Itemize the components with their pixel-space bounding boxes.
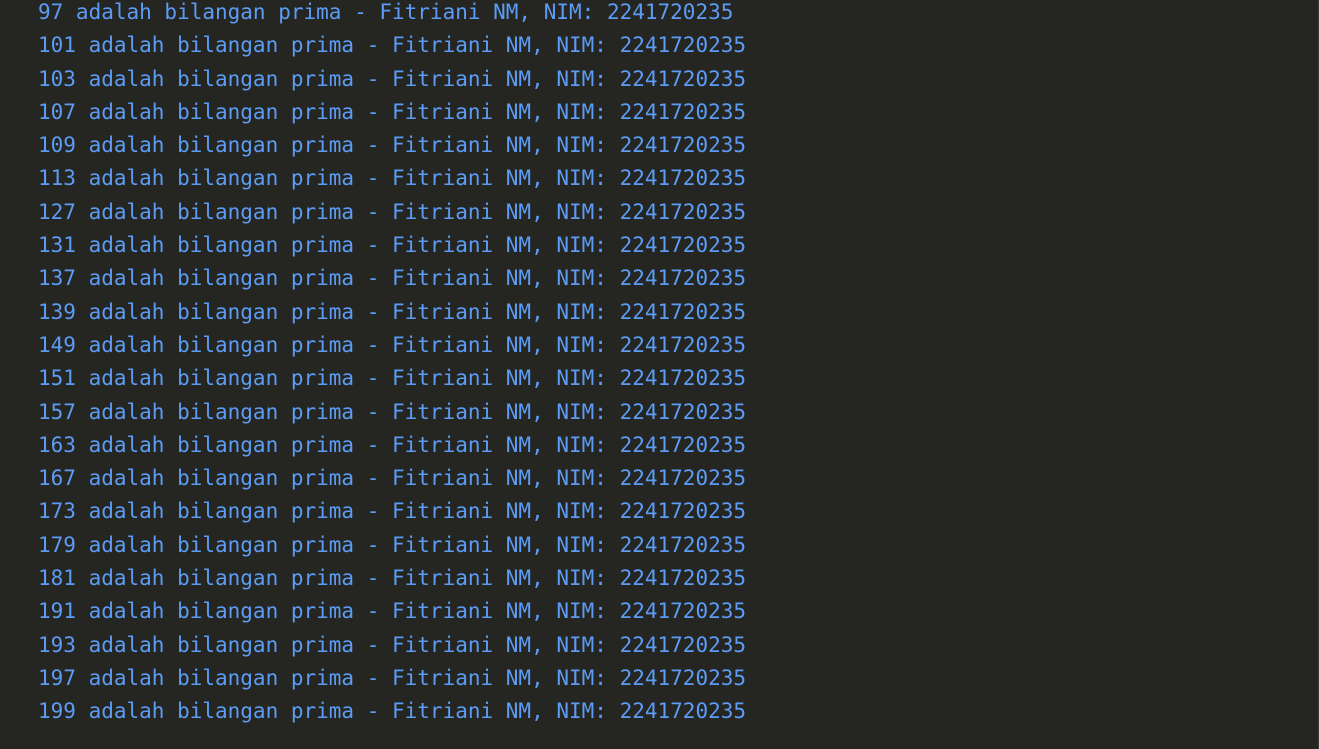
- output-line: 109 adalah bilangan prima - Fitriani NM,…: [38, 133, 747, 158]
- output-line: 167 adalah bilangan prima - Fitriani NM,…: [38, 466, 747, 491]
- output-line: 193 adalah bilangan prima - Fitriani NM,…: [38, 632, 747, 657]
- output-line: 137 adalah bilangan prima - Fitriani NM,…: [38, 266, 747, 291]
- output-line: 103 adalah bilangan prima - Fitriani NM,…: [38, 66, 747, 91]
- output-line: 149 adalah bilangan prima - Fitriani NM,…: [38, 332, 747, 357]
- terminal-output-panel[interactable]: 97 adalah bilangan prima - Fitriani NM, …: [0, 0, 1319, 749]
- output-line: 101 adalah bilangan prima - Fitriani NM,…: [38, 33, 747, 58]
- output-line: 113 adalah bilangan prima - Fitriani NM,…: [38, 166, 747, 191]
- output-line: 179 adalah bilangan prima - Fitriani NM,…: [38, 532, 747, 557]
- output-lines: 97 adalah bilangan prima - Fitriani NM, …: [38, 0, 746, 729]
- output-line: 163 adalah bilangan prima - Fitriani NM,…: [38, 432, 747, 457]
- output-line: 107 adalah bilangan prima - Fitriani NM,…: [38, 99, 747, 124]
- output-line: 173 adalah bilangan prima - Fitriani NM,…: [38, 499, 747, 524]
- output-line: 97 adalah bilangan prima - Fitriani NM, …: [38, 0, 734, 24]
- output-line: 197 adalah bilangan prima - Fitriani NM,…: [38, 665, 747, 690]
- output-line: 139 adalah bilangan prima - Fitriani NM,…: [38, 299, 747, 324]
- output-line: 151 adalah bilangan prima - Fitriani NM,…: [38, 366, 747, 391]
- output-line: 131 adalah bilangan prima - Fitriani NM,…: [38, 233, 747, 258]
- output-line: 127 adalah bilangan prima - Fitriani NM,…: [38, 199, 747, 224]
- output-line: 181 adalah bilangan prima - Fitriani NM,…: [38, 566, 747, 591]
- output-line: 199 adalah bilangan prima - Fitriani NM,…: [38, 699, 747, 724]
- output-line: 157 adalah bilangan prima - Fitriani NM,…: [38, 399, 747, 424]
- output-line: 191 adalah bilangan prima - Fitriani NM,…: [38, 599, 747, 624]
